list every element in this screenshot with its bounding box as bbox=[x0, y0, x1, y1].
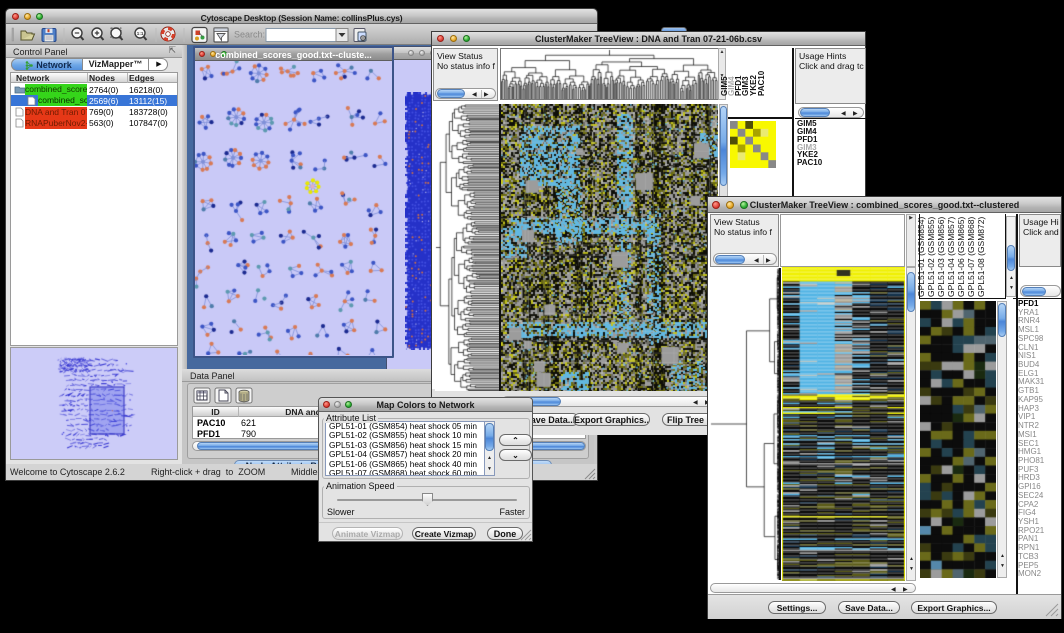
svg-text:1:1: 1:1 bbox=[137, 31, 144, 36]
svg-text:Search:: Search: bbox=[234, 30, 265, 40]
